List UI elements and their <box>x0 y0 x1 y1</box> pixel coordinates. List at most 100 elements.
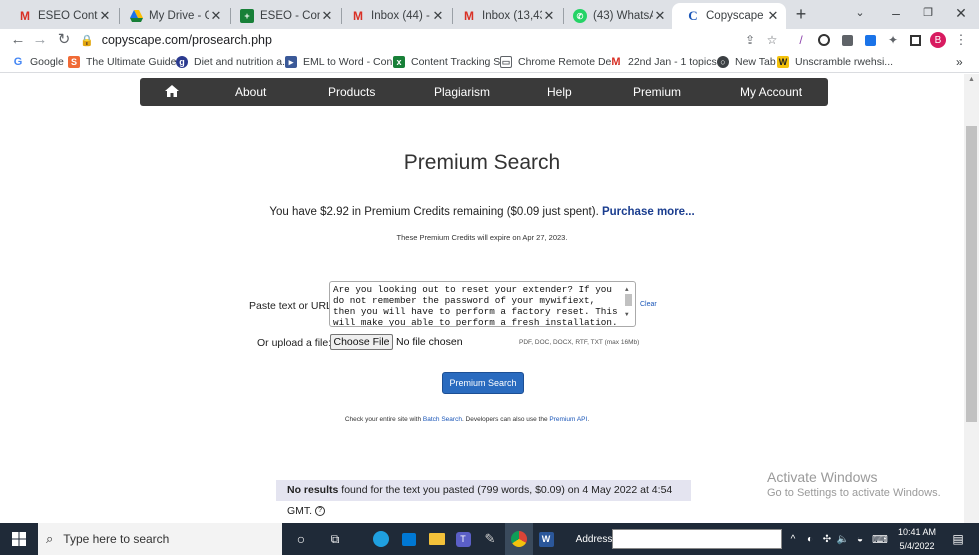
text-input-area[interactable]: Are you looking out to reset your extend… <box>329 281 636 327</box>
pen-extension-icon[interactable]: / <box>793 32 809 48</box>
nav-my-account[interactable]: My Account <box>740 78 802 106</box>
sidepanel-icon[interactable] <box>907 32 923 48</box>
bookmark-unscramble[interactable]: W Unscramble rwehsi... <box>777 51 893 73</box>
cortana-icon[interactable]: ○ <box>290 523 312 555</box>
premium-search-button[interactable]: Premium Search <box>442 372 524 394</box>
bookmark-icon: ▸ <box>285 56 297 68</box>
star-icon[interactable]: ☆ <box>764 32 780 48</box>
bookmark-22nd-jan[interactable]: M 22nd Jan - 1 topics... <box>610 51 725 73</box>
windows-start-icon[interactable] <box>6 523 32 555</box>
extension-icon[interactable] <box>816 32 832 48</box>
chrome-icon[interactable] <box>505 523 533 555</box>
nav-plagiarism[interactable]: Plagiarism <box>434 78 490 106</box>
bookmark-new-tab[interactable]: ○ New Tab <box>717 51 776 73</box>
tray-app-icon[interactable]: ◐ <box>803 523 817 555</box>
share-icon[interactable]: ⇪ <box>742 32 758 48</box>
file-explorer-icon[interactable] <box>426 523 448 555</box>
close-icon[interactable]: ✕ <box>653 8 667 24</box>
close-icon[interactable]: ✕ <box>320 8 334 24</box>
bookmark-chrome-remote[interactable]: ▭ Chrome Remote De... <box>500 51 620 73</box>
gmail-icon: M <box>611 56 621 68</box>
tab-inbox-44[interactable]: M Inbox (44) - bani ✕ <box>337 3 451 29</box>
expire-text: These Premium Credits will expire on Apr… <box>396 233 568 242</box>
w-icon: W <box>777 56 789 68</box>
tab-label: Copyscape - Pre <box>706 10 766 22</box>
avatar[interactable]: B <box>930 32 946 48</box>
page-scrollbar[interactable]: ▲ <box>964 74 979 523</box>
reload-button[interactable]: ↻ <box>52 29 76 51</box>
help-icon[interactable]: ? <box>315 506 326 517</box>
choose-file-button[interactable]: Choose File <box>330 334 393 350</box>
file-formats-text: PDF, DOC, DOCX, RTF, TXT (max 16Mb) <box>519 339 640 346</box>
puzzle-icon[interactable]: ✦ <box>885 32 901 48</box>
taskbar-search-input[interactable]: ⌕ Type here to search <box>38 523 282 555</box>
results-banner: No results found for the text you pasted… <box>276 480 691 517</box>
nav-help[interactable]: Help <box>547 78 572 106</box>
app-icon[interactable]: ✎ <box>479 523 501 555</box>
bookmark-diet-nutrition[interactable]: g Diet and nutrition a... <box>176 51 291 73</box>
bookmark-google[interactable]: G Google <box>12 51 64 73</box>
close-window-button[interactable]: ✕ <box>941 0 979 29</box>
nav-premium[interactable]: Premium <box>633 78 681 106</box>
menu-icon[interactable]: ⋮ <box>953 32 969 48</box>
check-site-text: Check your entire site with Batch Search… <box>344 416 590 423</box>
textarea-scrollbar[interactable]: ▲ ▼ <box>623 283 634 325</box>
tab-my-drive[interactable]: My Drive - Goog ✕ <box>115 3 229 29</box>
volume-icon[interactable]: 🔈 <box>836 523 850 555</box>
url-field[interactable]: 🔒 copyscape.com/prosearch.php <box>80 29 788 51</box>
store-icon[interactable] <box>398 523 420 555</box>
bookmark-label: Unscramble rwehsi... <box>795 56 894 68</box>
nav-about[interactable]: About <box>235 78 266 106</box>
tab-copyscape[interactable]: C Copyscape - Pre ✕ <box>672 3 786 29</box>
forward-button[interactable]: → <box>28 29 52 51</box>
extension-icon[interactable] <box>862 32 878 48</box>
gmail-icon: M <box>464 9 474 23</box>
tray-app-icon[interactable]: ✣ <box>820 523 834 555</box>
notifications-icon[interactable]: ▤ <box>948 523 968 555</box>
clear-link[interactable]: Clear <box>640 301 657 308</box>
more-bookmarks-icon[interactable]: » <box>956 51 963 73</box>
tray-expand-icon[interactable]: ^ <box>786 523 800 555</box>
close-icon[interactable]: ✕ <box>431 8 445 24</box>
new-tab-button[interactable]: + <box>790 3 812 25</box>
bookmark-content-tracking[interactable]: x Content Tracking S... <box>393 51 509 73</box>
close-icon[interactable]: ✕ <box>766 8 780 24</box>
word-icon[interactable]: W <box>535 523 557 555</box>
tab-search-button[interactable]: ⌄ <box>840 0 880 29</box>
bookmark-ultimate-guide[interactable]: S The Ultimate Guide... <box>68 51 185 73</box>
home-icon[interactable] <box>165 85 179 97</box>
purchase-more-link[interactable]: Purchase more... <box>602 206 695 218</box>
tab-eseo-content-review[interactable]: M ESEO Content Re ✕ <box>4 3 118 29</box>
back-button[interactable]: ← <box>6 29 30 51</box>
tab-eseo-content-f[interactable]: + ESEO - Content F ✕ <box>226 3 340 29</box>
address-toolbar-label: Address <box>575 533 613 545</box>
go-icon[interactable]: ↻ <box>766 523 780 555</box>
premium-api-link[interactable]: Premium API <box>549 416 587 423</box>
close-icon[interactable]: ✕ <box>98 8 112 24</box>
edge-icon[interactable] <box>370 523 392 555</box>
tab-whatsapp[interactable]: ✆ (43) WhatsApp ✕ <box>559 3 673 29</box>
taskbar-clock[interactable]: 10:41 AM 5/4/2022 <box>892 525 942 553</box>
bookmark-label: New Tab <box>735 56 776 68</box>
task-view-icon[interactable]: ⧉ <box>324 523 346 555</box>
whatsapp-icon: ✆ <box>573 9 587 23</box>
chevron-down-icon[interactable]: ⌄ <box>743 523 757 555</box>
network-icon[interactable]: ◒ <box>853 523 867 555</box>
credits-info: You have $2.92 in Premium Credits remain… <box>0 206 964 218</box>
bookmark-label: EML to Word - Con... <box>303 56 402 68</box>
nav-products[interactable]: Products <box>328 78 375 106</box>
scrollbar-thumb[interactable] <box>966 126 977 422</box>
close-icon[interactable]: ✕ <box>542 8 556 24</box>
bookmark-eml-to-word[interactable]: ▸ EML to Word - Con... <box>285 51 401 73</box>
page-content: About Products Plagiarism Help Premium M… <box>0 74 964 523</box>
tab-inbox-13432[interactable]: M Inbox (13,432) - ✕ <box>448 3 562 29</box>
url-text: copyscape.com/prosearch.php <box>101 33 272 47</box>
tab-strip: M ESEO Content Re ✕ My Drive - Goog ✕ + … <box>0 0 979 29</box>
teams-icon[interactable]: T <box>452 523 474 555</box>
extension-icon[interactable] <box>839 32 855 48</box>
gmail-icon: M <box>353 9 363 23</box>
keyboard-icon[interactable]: ⌨ <box>871 523 889 555</box>
copyscape-icon: C <box>688 8 698 23</box>
close-icon[interactable]: ✕ <box>209 8 223 24</box>
batch-search-link[interactable]: Batch Search <box>423 416 462 423</box>
